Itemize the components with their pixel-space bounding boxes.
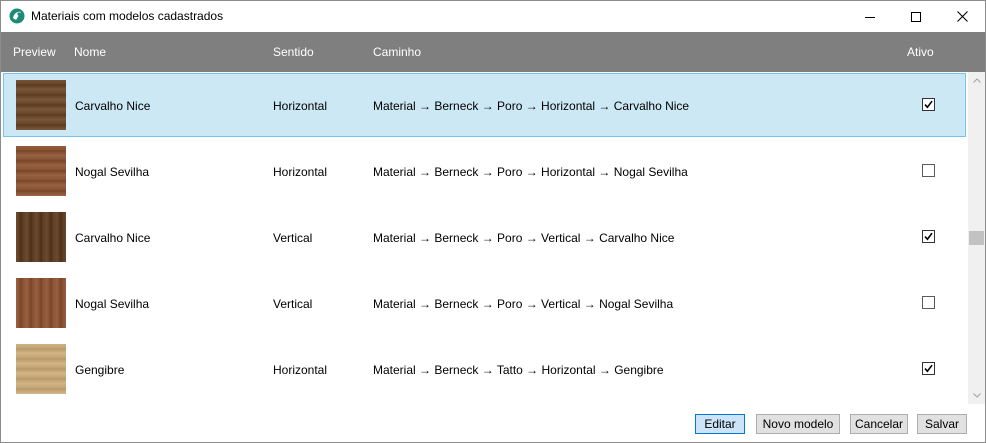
ativo-checkbox[interactable] — [922, 362, 935, 375]
row-nome: Carvalho Nice — [75, 99, 151, 113]
minimize-icon — [865, 16, 875, 18]
novo-modelo-button[interactable]: Novo modelo — [756, 414, 840, 434]
chevron-up-icon — [972, 78, 981, 83]
row-nome: Nogal Sevilha — [75, 297, 150, 311]
window-title: Materiais com modelos cadastrados — [31, 9, 224, 23]
scroll-up-button[interactable] — [968, 72, 985, 89]
dialog-window: Materiais com modelos cadastrados Previe… — [0, 0, 986, 443]
scrollbar-thumb[interactable] — [969, 231, 984, 245]
vertical-scrollbar[interactable] — [968, 72, 985, 404]
table-row[interactable]: Nogal Sevilha Horizontal Material → Bern… — [3, 139, 966, 203]
column-header-caminho[interactable]: Caminho — [373, 45, 421, 59]
row-sentido: Vertical — [273, 231, 313, 245]
app-logo-icon — [9, 8, 25, 24]
checkmark-icon — [924, 232, 933, 241]
scroll-down-button[interactable] — [968, 387, 985, 404]
column-header-sentido[interactable]: Sentido — [273, 45, 314, 59]
wood-preview-thumbnail — [16, 278, 66, 328]
ativo-checkbox[interactable] — [922, 98, 935, 111]
table-row[interactable]: Gengibre Horizontal Material → Berneck →… — [3, 337, 966, 401]
table-header: Preview Nome Sentido Caminho Ativo — [1, 32, 985, 72]
ativo-checkbox[interactable] — [922, 296, 935, 309]
row-caminho: Material → Berneck → Poro → Vertical → N… — [373, 297, 674, 311]
ativo-checkbox[interactable] — [922, 164, 935, 177]
editar-button[interactable]: Editar — [695, 414, 745, 434]
row-caminho: Material → Berneck → Poro → Horizontal →… — [373, 99, 690, 113]
table-row[interactable]: Nogal Sevilha Vertical Material → Bernec… — [3, 271, 966, 335]
row-sentido: Horizontal — [273, 363, 328, 377]
cancelar-button[interactable]: Cancelar — [850, 414, 908, 434]
table-row[interactable]: Carvalho Nice Vertical Material → Bernec… — [3, 205, 966, 269]
wood-preview-thumbnail — [16, 80, 66, 130]
dialog-footer: Editar Novo modelo Cancelar Salvar — [1, 404, 985, 442]
close-icon — [956, 11, 968, 22]
row-sentido: Horizontal — [273, 99, 328, 113]
row-caminho: Material → Berneck → Poro → Horizontal →… — [373, 165, 688, 179]
table-body: Carvalho Nice Horizontal Material → Bern… — [1, 72, 968, 404]
close-button[interactable] — [939, 1, 985, 32]
checkmark-icon — [924, 364, 933, 373]
title-bar[interactable]: Materiais com modelos cadastrados — [1, 1, 985, 32]
column-header-ativo[interactable]: Ativo — [907, 45, 934, 59]
row-sentido: Horizontal — [273, 165, 328, 179]
minimize-button[interactable] — [847, 1, 893, 32]
row-nome: Carvalho Nice — [75, 231, 151, 245]
wood-preview-thumbnail — [16, 146, 66, 196]
wood-preview-thumbnail — [16, 344, 66, 394]
column-header-preview[interactable]: Preview — [13, 45, 56, 59]
row-nome: Nogal Sevilha — [75, 165, 150, 179]
checkmark-icon — [924, 100, 933, 109]
table-row[interactable]: Carvalho Nice Horizontal Material → Bern… — [3, 73, 966, 137]
row-caminho: Material → Berneck → Tatto → Horizontal … — [373, 363, 664, 377]
salvar-button[interactable]: Salvar — [917, 414, 967, 434]
chevron-down-icon — [972, 393, 981, 398]
column-header-nome[interactable]: Nome — [74, 45, 106, 59]
ativo-checkbox[interactable] — [922, 230, 935, 243]
wood-preview-thumbnail — [16, 212, 66, 262]
maximize-icon — [911, 11, 921, 22]
row-nome: Gengibre — [75, 363, 125, 377]
row-sentido: Vertical — [273, 297, 313, 311]
row-caminho: Material → Berneck → Poro → Vertical → C… — [373, 231, 675, 245]
maximize-button[interactable] — [893, 1, 939, 32]
